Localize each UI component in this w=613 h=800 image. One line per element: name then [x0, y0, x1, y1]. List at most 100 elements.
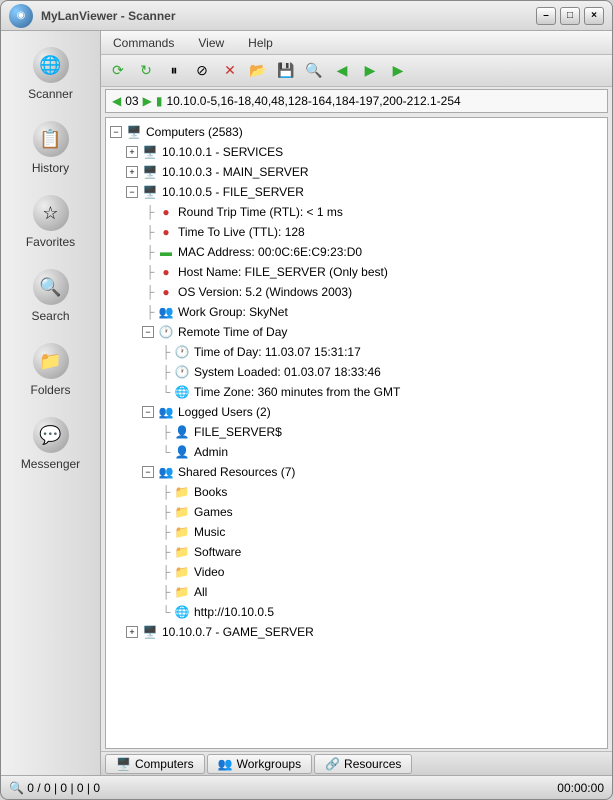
detail-os[interactable]: OS Version: 5.2 (Windows 2003) [178, 285, 352, 299]
detail-tod[interactable]: Time of Day: 11.03.07 15:31:17 [194, 345, 361, 359]
tree-toggle[interactable]: − [142, 326, 154, 338]
clock-icon: 🕐 [174, 344, 190, 360]
status-right: 00:00:00 [557, 781, 604, 795]
status-dot-icon: ◀ [112, 94, 121, 108]
window-title: MyLanViewer - Scanner [41, 9, 536, 23]
nav-back-icon[interactable]: ◀ [331, 60, 353, 82]
tree-toggle[interactable]: − [126, 186, 138, 198]
sidebar-item-history[interactable]: 📋 History [11, 115, 91, 181]
share-entry[interactable]: Books [194, 485, 227, 499]
folder-icon: 📁 [174, 584, 190, 600]
magnify-icon: 🔍 [9, 781, 24, 795]
tree-root[interactable]: Computers (2583) [146, 125, 243, 139]
save-icon[interactable]: 💾 [275, 60, 297, 82]
sidebar-item-search[interactable]: 🔍 Search [11, 263, 91, 329]
pause-icon[interactable]: ⏸ [163, 60, 185, 82]
menu-help[interactable]: Help [244, 34, 277, 52]
tree-toggle[interactable]: − [142, 406, 154, 418]
host-icon: 🖥️ [142, 164, 158, 180]
share-entry[interactable]: Software [194, 545, 241, 559]
messenger-icon: 💬 [33, 417, 69, 453]
sidebar-item-scanner[interactable]: 🌐 Scanner [11, 41, 91, 107]
star-icon: ☆ [33, 195, 69, 231]
folder-icon: 📁 [174, 524, 190, 540]
share-entry[interactable]: Music [194, 525, 225, 539]
folder-icon: 📁 [174, 564, 190, 580]
nav-go-icon[interactable]: ▶ [387, 60, 409, 82]
address-range: 10.10.0-5,16-18,40,48,128-164,184-197,20… [166, 94, 460, 108]
share-entry[interactable]: All [194, 585, 207, 599]
clock-icon: 🕐 [174, 364, 190, 380]
nic-icon: ▬ [158, 244, 174, 260]
sidebar-item-folders[interactable]: 📁 Folders [11, 337, 91, 403]
toolbar: ⟳ ↻ ⏸ ⊘ ✕ 📂 💾 🔍 ◀ ▶ ▶ [101, 55, 612, 87]
user-entry[interactable]: FILE_SERVER$ [194, 425, 282, 439]
folder-icon: 📁 [174, 484, 190, 500]
detail-shared[interactable]: Shared Resources (7) [178, 465, 295, 479]
tree-toggle[interactable]: + [126, 146, 138, 158]
folder-icon: 📁 [33, 343, 69, 379]
user-entry[interactable]: Admin [194, 445, 228, 459]
history-icon: 📋 [33, 121, 69, 157]
tree-toggle[interactable]: − [142, 466, 154, 478]
minimize-button[interactable]: – [536, 7, 556, 25]
detail-loaded[interactable]: System Loaded: 01.03.07 18:33:46 [194, 365, 381, 379]
play-icon: ▶ [143, 94, 152, 108]
detail-remote-time[interactable]: Remote Time of Day [178, 325, 287, 339]
info-icon: ● [158, 224, 174, 240]
clock-icon: 🕐 [158, 324, 174, 340]
detail-hostname[interactable]: Host Name: FILE_SERVER (Only best) [178, 265, 388, 279]
detail-logged[interactable]: Logged Users (2) [178, 405, 271, 419]
status-square-icon: ▮ [156, 94, 163, 108]
titlebar: ◉ MyLanViewer - Scanner – □ × [1, 1, 612, 31]
tab-workgroups[interactable]: 👥Workgroups [207, 754, 312, 774]
host-node[interactable]: 10.10.0.3 - MAIN_SERVER [162, 165, 309, 179]
menubar: Commands View Help [101, 31, 612, 55]
resources-icon: 🔗 [325, 757, 340, 771]
tree-view[interactable]: −🖥️Computers (2583) +🖥️10.10.0.1 - SERVI… [105, 117, 608, 749]
address-prefix: 03 [125, 94, 138, 108]
info-icon: ● [158, 264, 174, 280]
scan-start-icon[interactable]: ⟳ [107, 60, 129, 82]
stop-icon[interactable]: ⊘ [191, 60, 213, 82]
host-node[interactable]: 10.10.0.7 - GAME_SERVER [162, 625, 314, 639]
delete-icon[interactable]: ✕ [219, 60, 241, 82]
detail-ttl[interactable]: Time To Live (TTL): 128 [178, 225, 305, 239]
detail-workgroup[interactable]: Work Group: SkyNet [178, 305, 288, 319]
host-icon: 🖥️ [142, 624, 158, 640]
detail-rtl[interactable]: Round Trip Time (RTL): < 1 ms [178, 205, 343, 219]
share-entry[interactable]: http://10.10.0.5 [194, 605, 274, 619]
tab-computers[interactable]: 🖥️Computers [105, 754, 205, 774]
nav-forward-icon[interactable]: ▶ [359, 60, 381, 82]
computers-icon: 🖥️ [116, 757, 131, 771]
tree-toggle[interactable]: + [126, 166, 138, 178]
zoom-icon[interactable]: 🔍 [303, 60, 325, 82]
close-button[interactable]: × [584, 7, 604, 25]
scan-refresh-icon[interactable]: ↻ [135, 60, 157, 82]
users-icon: 👥 [158, 304, 174, 320]
address-bar[interactable]: ◀ 03 ▶ ▮ 10.10.0-5,16-18,40,48,128-164,1… [105, 89, 608, 113]
tab-resources[interactable]: 🔗Resources [314, 754, 412, 774]
host-node[interactable]: 10.10.0.5 - FILE_SERVER [162, 185, 304, 199]
main-area: 🌐 Scanner 📋 History ☆ Favorites 🔍 Search… [1, 31, 612, 775]
open-icon[interactable]: 📂 [247, 60, 269, 82]
host-icon: 🖥️ [142, 144, 158, 160]
statusbar: 🔍 0 / 0 | 0 | 0 | 0 00:00:00 [1, 775, 612, 799]
sidebar: 🌐 Scanner 📋 History ☆ Favorites 🔍 Search… [1, 31, 101, 775]
app-window: ◉ MyLanViewer - Scanner – □ × 🌐 Scanner … [0, 0, 613, 800]
status-left: 🔍 0 / 0 | 0 | 0 | 0 [9, 781, 100, 795]
tree-toggle[interactable]: − [110, 126, 122, 138]
detail-tz[interactable]: Time Zone: 360 minutes from the GMT [194, 385, 400, 399]
share-entry[interactable]: Games [194, 505, 233, 519]
tree-toggle[interactable]: + [126, 626, 138, 638]
content-area: Commands View Help ⟳ ↻ ⏸ ⊘ ✕ 📂 💾 🔍 ◀ ▶ ▶… [101, 31, 612, 775]
menu-view[interactable]: View [194, 34, 228, 52]
sidebar-item-messenger[interactable]: 💬 Messenger [11, 411, 91, 477]
host-node[interactable]: 10.10.0.1 - SERVICES [162, 145, 283, 159]
maximize-button[interactable]: □ [560, 7, 580, 25]
sidebar-item-favorites[interactable]: ☆ Favorites [11, 189, 91, 255]
menu-commands[interactable]: Commands [109, 34, 178, 52]
share-entry[interactable]: Video [194, 565, 224, 579]
folder-icon: 📁 [174, 504, 190, 520]
detail-mac[interactable]: MAC Address: 00:0C:6E:C9:23:D0 [178, 245, 362, 259]
